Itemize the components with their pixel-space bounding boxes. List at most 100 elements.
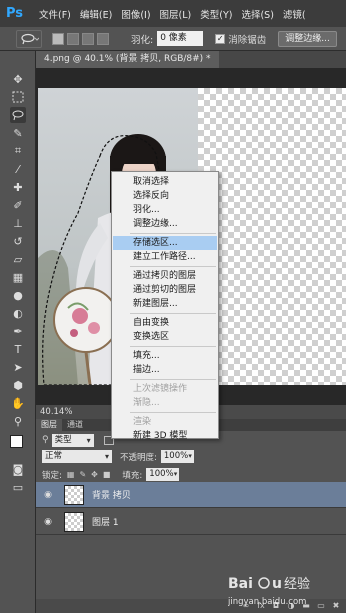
pen-tool-icon[interactable]: ✒ bbox=[10, 323, 26, 339]
context-menu-item[interactable]: 羽化... bbox=[113, 203, 217, 217]
context-menu-item[interactable]: 变换选区 bbox=[113, 330, 217, 344]
marquee-tool-icon[interactable] bbox=[10, 89, 26, 105]
context-menu: 取消选择 选择反向 羽化... 调整边缘... 存储选区... 建立工作路径... 通过拷贝… bbox=[111, 171, 219, 441]
antialias-label: 消除锯齿 bbox=[228, 34, 267, 46]
search-icon: ⚲ bbox=[42, 435, 49, 445]
screen-mode-icon[interactable]: ▭ bbox=[10, 479, 26, 495]
blend-row: 正常 不透明度: 100% bbox=[36, 449, 346, 464]
foreground-color-swatch[interactable] bbox=[10, 435, 23, 448]
refine-edge-button[interactable]: 调整边缘... bbox=[278, 30, 337, 47]
context-menu-item[interactable]: 取消选择 bbox=[113, 175, 217, 189]
history-brush-tool-icon[interactable]: ↺ bbox=[10, 233, 26, 249]
toolbox: ✥ ✎ ⌗ ⁄ ✚ ✐ ⊥ ↺ ▱ ▦ ● ◐ ✒ T ➤ ⬢ ✋ ⚲ ◙ ▭ bbox=[0, 51, 36, 613]
quick-mask-icon[interactable]: ◙ bbox=[10, 461, 26, 477]
menu-select[interactable]: 选择(S) bbox=[241, 7, 273, 21]
feather-input[interactable]: 0 像素 bbox=[157, 31, 204, 46]
lock-transparent-icon[interactable]: ▦ bbox=[67, 470, 75, 479]
context-menu-item: 渲染 bbox=[133, 417, 152, 427]
lock-row: 锁定: ▦ ✎ ✥ ■ 填充: 100% bbox=[36, 467, 346, 482]
context-menu-item[interactable]: 选择反向 bbox=[113, 189, 217, 203]
context-menu-item[interactable]: 调整边缘... bbox=[113, 217, 217, 231]
menu-separator bbox=[130, 412, 216, 413]
menu-filter[interactable]: 滤镜( bbox=[283, 7, 306, 21]
lasso-tool-icon[interactable] bbox=[10, 107, 26, 123]
crop-tool-icon[interactable]: ⌗ bbox=[10, 143, 26, 159]
layer-name[interactable]: 图层 1 bbox=[92, 515, 119, 528]
context-menu-item[interactable]: 建立工作路径... bbox=[113, 250, 217, 264]
layer-row-layer-1[interactable]: ◉ 图层 1 bbox=[36, 509, 346, 535]
context-menu-item[interactable]: 新建图层... bbox=[113, 297, 217, 311]
feather-label: 羽化: bbox=[131, 34, 154, 46]
context-menu-item[interactable]: 自由变换 bbox=[113, 316, 217, 330]
svg-text:经验: 经验 bbox=[284, 576, 310, 592]
clone-stamp-tool-icon[interactable]: ⊥ bbox=[10, 215, 26, 231]
menu-image[interactable]: 图像(I) bbox=[121, 7, 150, 21]
context-menu-item[interactable]: 填充... bbox=[113, 349, 217, 363]
context-menu-item: 上次滤镜操作 bbox=[133, 384, 188, 394]
menu-separator bbox=[130, 233, 216, 234]
healing-brush-tool-icon[interactable]: ✚ bbox=[10, 179, 26, 195]
context-menu-item[interactable]: 通过剪切的图层 bbox=[113, 283, 217, 297]
eye-icon[interactable]: ◉ bbox=[42, 517, 54, 527]
menu-separator bbox=[130, 313, 216, 314]
menu-type[interactable]: 类型(Y) bbox=[200, 7, 232, 21]
document-tab[interactable]: 4.png @ 40.1% (背景 拷贝, RGB/8#) * bbox=[36, 51, 219, 68]
zoom-readout[interactable]: 40.14% bbox=[40, 407, 72, 417]
menu-separator bbox=[130, 379, 216, 380]
context-menu-item[interactable]: 存储选区... bbox=[113, 236, 217, 250]
layer-row-background-copy[interactable]: ◉ 背景 拷贝 bbox=[36, 482, 346, 508]
zoom-tool-icon[interactable]: ⚲ bbox=[10, 413, 26, 429]
baidu-jingyan-watermark: Bai u 经验 jingyan.baidu.com bbox=[228, 576, 310, 607]
layer-thumbnail bbox=[64, 484, 84, 505]
fill-input[interactable]: 100% bbox=[146, 468, 180, 481]
menu-file[interactable]: 文件(F) bbox=[39, 7, 71, 21]
svg-text:u: u bbox=[272, 576, 282, 592]
tool-preset-picker[interactable] bbox=[16, 29, 42, 48]
eye-icon[interactable]: ◉ bbox=[42, 490, 54, 500]
brush-tool-icon[interactable]: ✐ bbox=[10, 197, 26, 213]
hand-tool-icon[interactable]: ✋ bbox=[10, 395, 26, 411]
new-selection-mode[interactable] bbox=[52, 32, 64, 45]
lock-pixels-icon[interactable]: ✎ bbox=[79, 470, 86, 479]
eraser-tool-icon[interactable]: ▱ bbox=[10, 251, 26, 267]
fill-label: 填充: bbox=[122, 470, 143, 481]
tab-layers[interactable]: 图层 bbox=[36, 419, 62, 431]
shape-tool-icon[interactable]: ⬢ bbox=[10, 377, 26, 393]
lasso-icon bbox=[21, 33, 39, 44]
svg-text:jingyan.baidu.com: jingyan.baidu.com bbox=[228, 597, 306, 607]
tab-channels[interactable]: 通道 bbox=[62, 419, 88, 431]
context-menu-item: 渐隐... bbox=[133, 398, 160, 408]
context-menu-item[interactable]: 描边... bbox=[113, 363, 217, 377]
photoshop-logo: Ps bbox=[6, 6, 24, 21]
options-bar: 羽化: 0 像素 ✓ 消除锯齿 调整边缘... bbox=[0, 27, 346, 51]
blend-mode-dropdown[interactable]: 正常 bbox=[42, 450, 112, 463]
antialias-checkbox[interactable]: ✓ bbox=[215, 33, 226, 44]
quick-selection-tool-icon[interactable]: ✎ bbox=[10, 125, 26, 141]
gradient-tool-icon[interactable]: ▦ bbox=[10, 269, 26, 285]
path-selection-tool-icon[interactable]: ➤ bbox=[10, 359, 26, 375]
layer-thumbnail bbox=[64, 511, 84, 532]
eyedropper-tool-icon[interactable]: ⁄ bbox=[10, 161, 26, 177]
dodge-tool-icon[interactable]: ◐ bbox=[10, 305, 26, 321]
subtract-selection-mode[interactable] bbox=[82, 32, 94, 45]
svg-text:Bai: Bai bbox=[228, 576, 253, 592]
opacity-input[interactable]: 100% bbox=[160, 450, 194, 463]
menu-layer[interactable]: 图层(L) bbox=[160, 7, 192, 21]
filter-kind-dropdown[interactable]: 类型 bbox=[51, 433, 94, 447]
lock-all-icon[interactable]: ■ bbox=[103, 470, 111, 479]
menu-edit[interactable]: 编辑(E) bbox=[80, 7, 112, 21]
transparent-area bbox=[198, 88, 346, 385]
add-selection-mode[interactable] bbox=[67, 32, 79, 45]
lock-position-icon[interactable]: ✥ bbox=[91, 470, 98, 479]
blur-tool-icon[interactable]: ● bbox=[10, 287, 26, 303]
context-menu-item[interactable]: 新建 3D 模型 bbox=[113, 429, 217, 443]
context-menu-item[interactable]: 通过拷贝的图层 bbox=[113, 269, 217, 283]
menu-bar: Ps 文件(F) 编辑(E) 图像(I) 图层(L) 类型(Y) 选择(S) 滤… bbox=[0, 0, 346, 27]
lock-label: 锁定: bbox=[42, 470, 62, 481]
move-tool-icon[interactable]: ✥ bbox=[10, 71, 26, 87]
opacity-label: 不透明度: bbox=[120, 452, 157, 463]
type-tool-icon[interactable]: T bbox=[10, 341, 26, 357]
intersect-selection-mode[interactable] bbox=[97, 32, 109, 45]
layer-name[interactable]: 背景 拷贝 bbox=[92, 488, 131, 501]
menu-separator bbox=[130, 266, 216, 267]
